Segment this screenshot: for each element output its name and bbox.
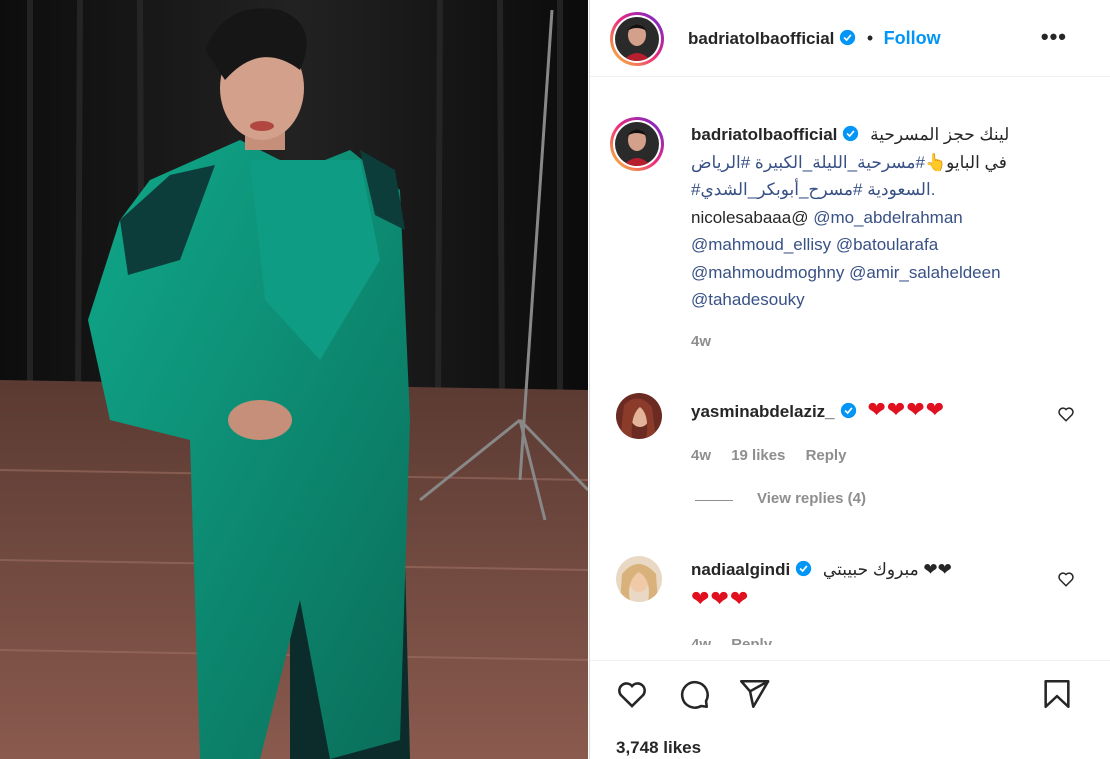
view-replies-button[interactable]: View replies (4) <box>757 490 866 507</box>
comment-item: nadiaalgindi مبروك حبيبتي ❤❤ ❤❤❤ 4w Repl… <box>590 552 1110 645</box>
post-caption: badriatolbaofficial لينك حجز المسرحية في… <box>691 121 1086 355</box>
pointing-hand-emoji: 👆 <box>924 152 947 172</box>
verified-badge-icon <box>843 125 859 142</box>
post-header: badriatolbaofficial • Follow ••• <box>590 0 1110 77</box>
comment-item: yasminabdelaziz_ ❤❤❤❤ 4w 19 likes Reply … <box>590 387 1110 507</box>
post-image <box>0 0 588 759</box>
verified-badge-icon <box>840 29 856 46</box>
caption-bio-text: في البايو <box>946 152 1007 172</box>
post-photo[interactable] <box>0 0 588 759</box>
mention-link[interactable]: @batoularafa <box>836 235 938 254</box>
mention-link[interactable]: @mo_abdelrahman <box>813 208 963 227</box>
mention-link[interactable]: @amir_salaheldeen <box>849 263 1000 282</box>
caption-hashtags-2[interactable]: #السعودية #مسرح_أبوبكر_الشدي. <box>691 176 1086 204</box>
divider-line <box>695 500 733 501</box>
reply-button[interactable]: Reply <box>731 636 772 645</box>
like-heart-icon[interactable] <box>615 677 649 711</box>
verified-badge-icon <box>840 402 856 419</box>
comments-list[interactable]: badriatolbaofficial لينك حجز المسرحية في… <box>590 77 1110 645</box>
like-comment-heart-icon[interactable] <box>1057 570 1075 588</box>
comment-username[interactable]: nadiaalgindi <box>691 560 790 579</box>
comment-timestamp[interactable]: 4w <box>691 636 711 645</box>
post-author-username[interactable]: badriatolbaofficial <box>688 29 834 48</box>
comment-timestamp[interactable]: 4w <box>691 447 711 464</box>
verified-badge-icon <box>796 560 812 577</box>
comment-icon[interactable] <box>677 677 711 711</box>
save-bookmark-icon[interactable] <box>1040 677 1074 711</box>
like-comment-heart-icon[interactable] <box>1057 405 1075 423</box>
share-icon[interactable] <box>737 677 771 711</box>
caption-timestamp[interactable]: 4w <box>691 333 711 350</box>
post-actions-bar <box>590 660 1110 731</box>
comment-text: مبروك حبيبتي ❤❤ <box>822 560 952 579</box>
commenter-avatar[interactable] <box>616 393 662 439</box>
post-side-panel: badriatolbaofficial • Follow ••• badriat… <box>589 0 1110 759</box>
commenter-avatar[interactable] <box>616 556 662 602</box>
mention-link[interactable]: @mahmoudmoghny <box>691 263 844 282</box>
mention-link[interactable]: @mahmoud_ellisy <box>691 235 831 254</box>
caption-hashtags[interactable]: #مسرحية_الليلة_الكبيرة #الرياض <box>691 153 925 172</box>
likes-count[interactable]: 3,748 likes <box>616 738 701 758</box>
mention-link[interactable]: @tahadesouky <box>691 286 1086 314</box>
avatar[interactable] <box>610 12 664 66</box>
separator-dot: • <box>866 28 874 48</box>
comment-text: ❤❤❤❤ <box>867 397 946 422</box>
follow-button[interactable]: Follow <box>884 28 941 48</box>
more-options-icon[interactable]: ••• <box>1041 24 1067 50</box>
caption-username[interactable]: badriatolbaofficial <box>691 125 837 144</box>
comment-likes-count[interactable]: 19 likes <box>731 447 785 464</box>
comment-text-hearts: ❤❤❤ <box>691 586 750 611</box>
comment-username[interactable]: yasminabdelaziz_ <box>691 402 835 421</box>
reply-button[interactable]: Reply <box>806 447 847 464</box>
caption-avatar[interactable] <box>610 117 664 171</box>
caption-mention-plain: nicolesabaaa@ <box>691 207 809 227</box>
caption-line-1: لينك حجز المسرحية <box>870 125 1010 144</box>
